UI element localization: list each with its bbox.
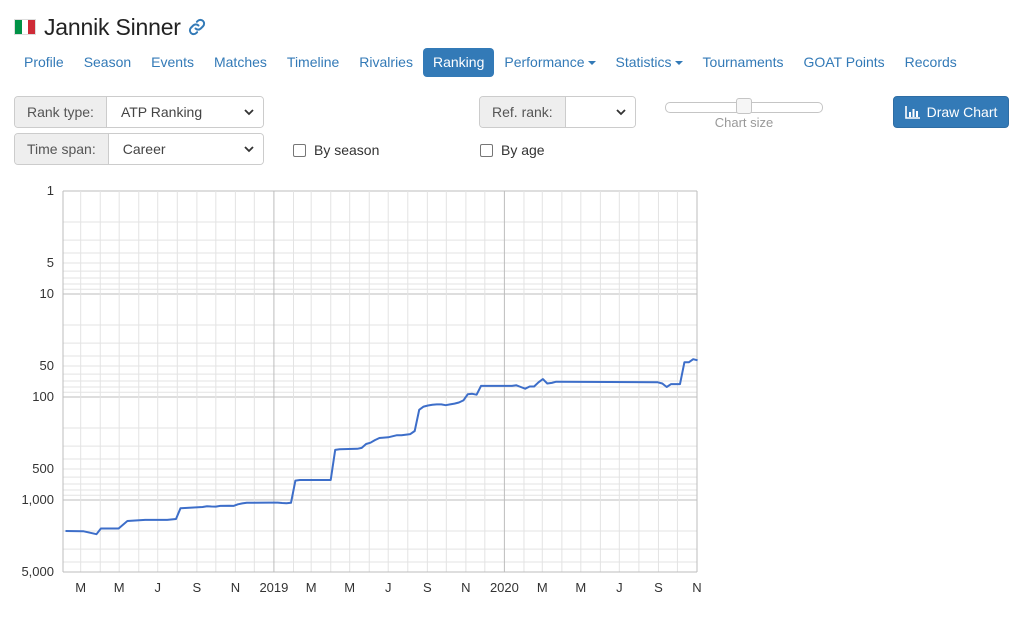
rank-type-value: ATP Ranking (120, 104, 203, 120)
nav-label: Timeline (286, 54, 340, 70)
flag-stripe-green (15, 20, 22, 34)
nav-label: Records (904, 54, 957, 70)
nav-label: Season (83, 54, 132, 70)
y-tick-label: 5 (47, 255, 54, 270)
link-icon[interactable] (188, 18, 206, 36)
by-season-label: By season (314, 142, 380, 158)
rank-type-select[interactable]: ATP Ranking (106, 97, 263, 127)
by-age-checkbox[interactable]: By age (480, 142, 545, 158)
y-tick-label: 50 (40, 358, 54, 373)
x-tick-label: M (575, 580, 586, 595)
time-span-label: Time span: (15, 134, 109, 164)
chevron-down-icon (244, 109, 254, 116)
x-tick-label: 2019 (259, 580, 288, 595)
nav-records[interactable]: Records (895, 48, 967, 77)
time-span-select[interactable]: Career (108, 134, 263, 164)
nav-timeline[interactable]: Timeline (277, 48, 349, 77)
x-tick-label: J (154, 580, 161, 595)
draw-chart-button[interactable]: Draw Chart (893, 96, 1009, 128)
y-tick-label: 100 (32, 389, 54, 404)
caret-down-icon (674, 60, 683, 65)
x-tick-label: 2020 (490, 580, 519, 595)
ranking-chart: M M J S N 2019 M M J S N 2020 M M J S N 1 5 10 50 100 500 1,000… (21, 183, 701, 595)
ref-rank-select[interactable] (565, 97, 635, 127)
nav-rivalries[interactable]: Rivalries (349, 48, 423, 77)
x-tick-label: S (193, 580, 202, 595)
nav-statistics-dropdown[interactable]: Statistics (606, 48, 693, 77)
x-tick-label: S (423, 580, 432, 595)
series-line-ranking (65, 358, 698, 536)
nav-label: Statistics (615, 54, 672, 70)
checkbox-box (293, 143, 306, 157)
flag-stripe-white (21, 20, 29, 34)
y-tick-label: 500 (32, 461, 54, 476)
y-tick-label: 1,000 (21, 492, 54, 507)
chevron-down-icon (616, 109, 626, 116)
nav-label: Performance (504, 54, 585, 70)
nav-ranking[interactable]: Ranking (422, 48, 495, 77)
rank-type-group: Rank type: ATP Ranking (14, 96, 264, 128)
x-tick-label: N (231, 580, 240, 595)
nav-label: Rivalries (359, 54, 413, 70)
x-tick-label: N (461, 580, 470, 595)
nav-performance-dropdown[interactable]: Performance (494, 48, 605, 77)
y-tick-label: 10 (40, 286, 54, 301)
by-season-checkbox[interactable]: By season (293, 142, 379, 158)
nav-label: Events (151, 54, 194, 70)
bar-chart-icon (904, 106, 920, 119)
chart-size-label: Chart size (714, 115, 774, 130)
player-name: Jannik Sinner (44, 13, 181, 40)
time-span-value: Career (122, 141, 166, 157)
nav-label: Tournaments (702, 54, 784, 70)
x-tick-label: M (114, 580, 125, 595)
x-tick-label: J (616, 580, 623, 595)
by-age-label: By age (501, 142, 545, 158)
main-nav: Profile Season Events Matches Timeline R… (14, 48, 967, 77)
x-tick-label: M (537, 580, 548, 595)
slider-handle[interactable] (736, 98, 752, 114)
nav-label: GOAT Points (803, 54, 885, 70)
nav-profile[interactable]: Profile (14, 48, 74, 77)
rank-type-label: Rank type: (15, 97, 107, 127)
nav-label: Matches (213, 54, 267, 70)
nav-label: Profile (24, 54, 64, 70)
nav-label: Ranking (432, 54, 485, 70)
page-header: Jannik Sinner (14, 10, 206, 44)
nav-tournaments[interactable]: Tournaments (693, 48, 794, 77)
chart-size-slider: Chart size (665, 98, 823, 130)
checkbox-box (480, 143, 493, 157)
nav-goat-points[interactable]: GOAT Points (793, 48, 894, 77)
y-tick-label: 1 (47, 183, 54, 198)
x-tick-label: M (344, 580, 355, 595)
draw-chart-label: Draw Chart (926, 104, 998, 120)
nav-matches[interactable]: Matches (204, 48, 277, 77)
italy-flag-icon (14, 19, 36, 35)
nav-events[interactable]: Events (141, 48, 204, 77)
nav-season[interactable]: Season (74, 48, 141, 77)
ref-rank-group: Ref. rank: (479, 96, 636, 128)
caret-down-icon (587, 60, 596, 65)
y-tick-label: 5,000 (21, 564, 54, 579)
chevron-down-icon (244, 146, 254, 153)
time-span-group: Time span: Career (14, 133, 264, 165)
x-tick-label: M (306, 580, 317, 595)
x-tick-label: J (385, 580, 392, 595)
x-tick-label: M (75, 580, 86, 595)
ref-rank-label: Ref. rank: (480, 97, 566, 127)
x-tick-label: N (692, 580, 701, 595)
x-tick-label: S (654, 580, 663, 595)
flag-stripe-red (28, 20, 36, 34)
